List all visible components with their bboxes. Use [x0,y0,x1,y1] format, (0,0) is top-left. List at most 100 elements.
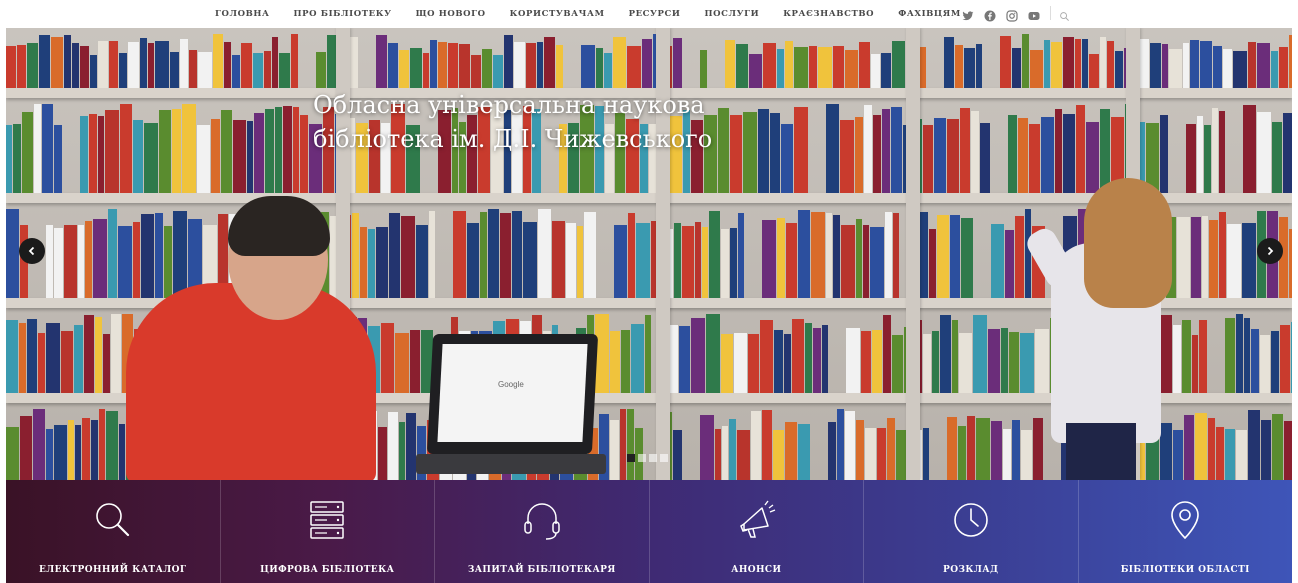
book-spine [1216,427,1224,480]
book-spine [1169,49,1182,88]
slider-prev-button[interactable] [19,238,45,264]
chevron-right-icon [1267,246,1274,256]
book-spine [577,226,583,298]
book-spine [980,123,990,193]
book-spine [538,209,551,298]
quick-link-catalog[interactable]: ЕЛЕКТРОННИЙ КАТАЛОГ [6,480,221,583]
book-spine [512,211,522,298]
quick-link-label: ЦИФРОВА БІБЛІОТЕКА [260,565,395,575]
book-spine [1100,109,1110,193]
book-spine [964,48,975,88]
search-icon[interactable] [1059,7,1071,21]
nav-item-specialists[interactable]: ФАХІВЦЯМ [898,9,961,19]
nav-item-users[interactable]: КОРИСТУВАЧАМ [510,9,605,19]
social-links [962,6,1081,22]
book-spine [46,225,53,298]
book-spine [1115,51,1123,88]
book-spine [722,426,728,480]
slider-next-button[interactable] [1257,238,1283,264]
book-spine [865,428,876,480]
book-spine [429,211,435,298]
book-spine [751,411,761,480]
book-spine [1139,39,1149,88]
shelf-upright [906,28,920,480]
book-spine [645,315,651,393]
book-spine [1018,118,1028,193]
nav-item-local-history[interactable]: КРАЄЗНАВСТВО [783,9,874,19]
book-spine [6,125,12,193]
book-spine [636,223,650,298]
book-spine [300,115,308,193]
facebook-icon[interactable] [984,7,996,22]
nav-item-whats-new[interactable]: ЩО НОВОГО [416,9,486,19]
book-spine [674,223,681,298]
book-spine [682,226,694,298]
youtube-icon[interactable] [1028,7,1040,20]
book-spine [471,55,481,88]
quick-link-digital-library[interactable]: ЦИФРОВА БІБЛІОТЕКА [221,480,435,583]
slider-dot[interactable] [660,454,668,462]
book-spine [1086,122,1099,193]
book-spine [1236,314,1243,393]
quick-link-ask-librarian[interactable]: ЗАПИТАЙ БІБЛІОТЕКАРЯ [435,480,650,583]
book-spine [279,53,290,88]
nav-item-home[interactable]: ГОЛОВНА [215,9,270,19]
book-spine [84,315,94,393]
book-spine [855,117,863,193]
book-spine [642,39,652,88]
instagram-icon[interactable] [1006,7,1018,22]
book-spine [923,428,929,480]
book-spine [453,211,466,298]
book-spine [72,43,79,88]
book-spine [856,219,862,298]
quick-link-label: ЗАПИТАЙ БІБЛІОТЕКАРЯ [467,565,616,575]
quick-link-announcements[interactable]: АНОНСИ [650,480,864,583]
book-spine [1257,43,1270,88]
quick-link-regional-libraries[interactable]: БІБЛІОТЕКИ ОБЛАСТІ [1079,480,1293,583]
book-spine [388,43,398,88]
book-spine [871,54,880,88]
book-spine [702,227,708,298]
slider-dot[interactable] [627,454,635,462]
hero-title: Обласна універсальна наукова бібліотека … [313,88,712,156]
book-spine [20,416,32,480]
book-spine [82,418,90,480]
book-spine [695,222,701,298]
nav-item-about[interactable]: ПРО БІБЛІОТЕКУ [294,9,392,19]
book-spine [1261,420,1271,480]
book-spine [932,331,939,393]
book-spine [794,107,808,193]
book-spine [1192,335,1198,393]
nav-item-services[interactable]: ПОСЛУГИ [705,9,760,19]
book-spine [934,118,946,193]
book-spine [148,43,154,88]
twitter-icon[interactable] [962,7,974,21]
book-spine [863,225,869,298]
book-spine [718,108,729,193]
book-spine [1089,54,1099,88]
book-spine [859,42,870,88]
book-spine [395,333,409,393]
book-spine [743,112,757,193]
search-icon [89,496,137,544]
book-spine [38,333,45,393]
book-spine [1227,224,1241,298]
book-spine [159,110,171,193]
book-spine [254,113,264,193]
book-spine [80,46,89,88]
slider-dot[interactable] [649,454,657,462]
book-spine [1005,230,1014,298]
book-spine [99,409,105,480]
nav-item-resources[interactable]: РЕСУРСИ [629,9,681,19]
librarian-hair [1084,178,1172,308]
book-spine [781,124,793,193]
slider-dot[interactable] [638,454,646,462]
book-spine [155,213,163,298]
book-spine [826,104,839,193]
book-spine [1182,320,1191,393]
book-spine [845,50,858,88]
book-spine [556,45,563,88]
quick-link-schedule[interactable]: РОЗКЛАД [864,480,1079,583]
book-spine [514,42,525,88]
book-spine [1280,325,1290,393]
